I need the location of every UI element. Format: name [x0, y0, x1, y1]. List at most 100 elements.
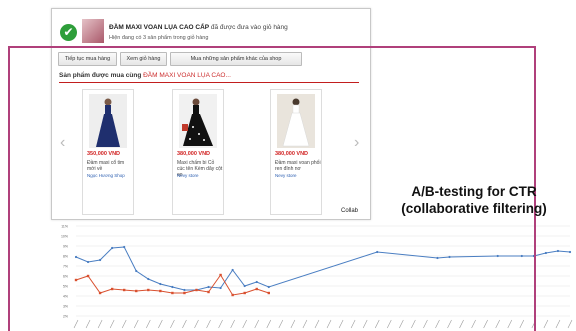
data-point: [122, 288, 126, 292]
x-tick-mark: [338, 319, 344, 329]
data-point: [231, 293, 234, 297]
data-point: [219, 286, 222, 290]
x-tick-mark: [194, 319, 199, 329]
data-point: [207, 290, 210, 294]
data-point: [98, 258, 102, 262]
x-tick-mark: [567, 319, 573, 329]
x-tick-mark: [531, 319, 537, 329]
y-tick-label: 3%: [63, 305, 68, 309]
data-point: [568, 250, 572, 254]
x-tick-mark: [459, 319, 464, 329]
x-tick-mark: [423, 319, 428, 329]
data-point: [267, 285, 270, 289]
data-point: [110, 287, 114, 291]
data-point: [267, 291, 270, 295]
x-tick-mark: [519, 319, 525, 329]
data-point: [86, 274, 90, 278]
y-tick-label: 4%: [63, 295, 68, 299]
data-point: [98, 291, 102, 295]
data-point: [111, 246, 114, 250]
data-point: [219, 273, 222, 277]
chart-series-label: Collab: [341, 208, 359, 214]
x-tick-mark: [133, 319, 139, 329]
headline-line-1: A/B-testing for CTR: [411, 184, 537, 199]
x-tick-mark: [278, 319, 284, 329]
data-point: [436, 256, 439, 260]
data-point: [544, 251, 548, 255]
data-point: [135, 269, 138, 273]
data-point: [135, 289, 138, 293]
data-point: [207, 285, 210, 289]
x-tick-mark: [85, 319, 91, 329]
data-point: [183, 288, 186, 292]
x-tick-mark: [121, 319, 127, 329]
data-point: [123, 245, 126, 249]
x-tick-mark: [507, 319, 513, 329]
x-tick-mark: [170, 319, 175, 329]
x-tick-mark: [230, 319, 235, 329]
data-point: [74, 278, 78, 282]
x-tick-mark: [206, 319, 211, 329]
x-tick-mark: [555, 319, 561, 329]
x-tick-mark: [254, 319, 260, 329]
x-tick-mark: [266, 319, 272, 329]
x-tick-mark: [73, 319, 79, 329]
headline-line-2: (collaborative filtering): [401, 201, 547, 216]
x-tick-mark: [97, 319, 103, 329]
data-point: [255, 280, 258, 284]
x-tick-mark: [109, 319, 115, 329]
x-tick-mark: [290, 319, 296, 329]
x-tick-mark: [386, 319, 392, 329]
data-point: [86, 260, 90, 264]
data-point: [376, 250, 379, 254]
x-tick-mark: [302, 319, 308, 329]
data-point: [255, 287, 258, 291]
y-tick-label: 5%: [63, 285, 68, 289]
data-point: [448, 255, 451, 259]
y-tick-label: 7%: [63, 265, 68, 269]
data-point: [171, 285, 174, 289]
data-point: [159, 289, 162, 293]
data-point: [231, 268, 234, 272]
data-point: [159, 282, 162, 286]
data-point: [147, 288, 150, 292]
y-tick-label: 10%: [61, 235, 68, 239]
x-tick-mark: [218, 319, 223, 329]
y-tick-label: 9%: [63, 245, 68, 249]
slide-headline: A/B-testing for CTR (collaborative filte…: [376, 183, 572, 217]
data-point: [496, 254, 499, 258]
x-tick-mark: [374, 319, 380, 329]
x-tick-mark: [350, 319, 356, 329]
data-point: [556, 249, 560, 253]
x-tick-mark: [182, 319, 187, 329]
x-tick-mark: [242, 319, 247, 329]
x-tick-mark: [146, 319, 151, 329]
x-tick-mark: [543, 319, 549, 329]
data-point: [243, 284, 246, 288]
y-tick-label: 6%: [63, 275, 68, 279]
y-tick-label: 2%: [63, 315, 68, 319]
x-tick-mark: [447, 319, 452, 329]
x-tick-mark: [435, 319, 440, 329]
x-tick-mark: [411, 319, 416, 329]
x-tick-mark: [471, 319, 476, 329]
data-point: [195, 288, 198, 292]
x-tick-mark: [158, 319, 163, 329]
x-tick-mark: [483, 319, 488, 329]
data-point: [520, 254, 523, 258]
data-point: [183, 291, 186, 295]
ctr-line-chart: 11% 10% 9% 8% 7% 6% 5% 4% 3% 2%: [61, 225, 573, 329]
x-tick-mark: [362, 319, 368, 329]
x-tick-mark: [495, 319, 500, 329]
data-point: [147, 277, 150, 281]
x-tick-mark: [314, 319, 320, 329]
data-point: [532, 254, 535, 258]
data-point: [171, 291, 174, 295]
x-tick-mark: [326, 319, 332, 329]
series-line: [75, 246, 571, 291]
y-tick-label: 11%: [61, 225, 68, 229]
data-point: [74, 255, 78, 259]
y-tick-label: 8%: [63, 255, 68, 259]
x-tick-mark: [399, 319, 404, 329]
data-point: [243, 291, 246, 295]
